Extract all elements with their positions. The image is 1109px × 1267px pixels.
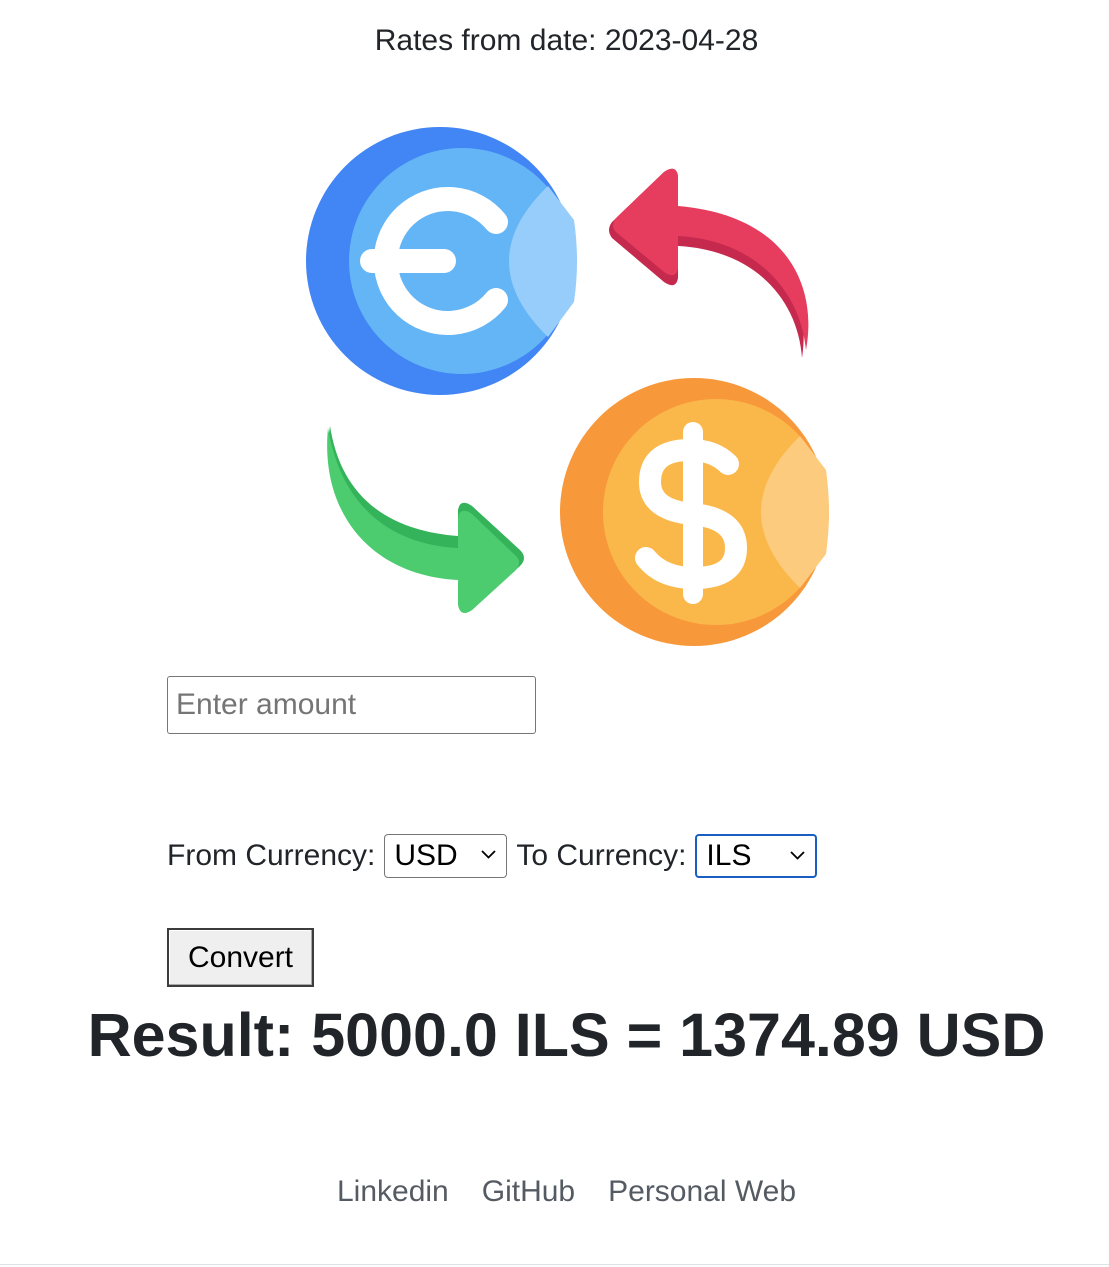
convert-button[interactable]: Convert: [167, 928, 314, 987]
bottom-divider: [0, 1264, 1109, 1265]
conversion-result: Result: 5000.0 ILS = 1374.89 USD: [87, 1001, 1046, 1069]
amount-input[interactable]: [167, 676, 536, 734]
red-arrow-icon: [609, 168, 809, 358]
dollar-coin-icon: [560, 378, 829, 646]
currency-selection-row: From Currency: USD To Currency: ILS: [167, 833, 818, 879]
github-link[interactable]: GitHub: [482, 1175, 575, 1209]
chevron-down-icon: [790, 851, 806, 860]
currency-exchange-icon: [306, 127, 829, 646]
euro-coin-icon: [306, 127, 577, 395]
personal-web-link[interactable]: Personal Web: [608, 1175, 796, 1209]
to-currency-select[interactable]: ILS: [695, 834, 818, 878]
from-currency-select[interactable]: USD: [384, 834, 508, 878]
linkedin-link[interactable]: Linkedin: [337, 1175, 449, 1209]
rates-date-text: Rates from date: 2023-04-28: [374, 24, 759, 57]
footer-links: Linkedin GitHub Personal Web: [0, 1175, 1109, 1209]
to-currency-label: To Currency:: [516, 839, 687, 872]
from-currency-value: USD: [394, 839, 458, 872]
from-currency-label: From Currency:: [167, 839, 376, 872]
to-currency-value: ILS: [706, 839, 752, 872]
chevron-down-icon: [481, 850, 496, 859]
green-arrow-icon: [327, 426, 524, 613]
